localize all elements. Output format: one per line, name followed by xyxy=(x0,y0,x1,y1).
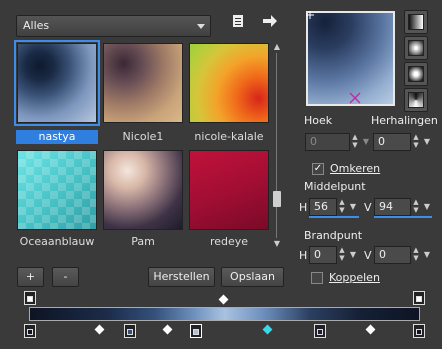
center-v-stepper[interactable]: ▲ ▼ xyxy=(411,198,421,216)
scroll-track xyxy=(276,53,277,238)
color-stop[interactable] xyxy=(314,324,326,338)
opacity-midpoint-marker[interactable] xyxy=(218,294,229,305)
gallery-thumb-nastya[interactable] xyxy=(14,40,100,126)
center-label: Middelpunt xyxy=(304,180,366,193)
focal-label: Brandpunt xyxy=(304,229,363,242)
angle-dropdown-icon[interactable]: ▼ xyxy=(361,133,371,151)
opacity-stop-left[interactable] xyxy=(24,291,36,305)
focal-v-stepper[interactable]: ▲ ▼ xyxy=(411,246,421,264)
center-cross-icon xyxy=(349,92,361,104)
color-midpoint-marker[interactable] xyxy=(162,324,173,335)
angle-input[interactable]: 0 xyxy=(305,133,350,151)
gallery-thumb-nicole1[interactable] xyxy=(103,43,183,123)
gallery-caption[interactable]: Nicole1 xyxy=(102,130,184,144)
focal-point-icon xyxy=(306,11,314,19)
shape-linear-button[interactable] xyxy=(404,10,428,34)
shape-sunburst-button[interactable] xyxy=(404,62,428,86)
focal-h-label: H xyxy=(299,249,308,262)
focal-v-dropdown-icon[interactable]: ▼ xyxy=(422,246,432,264)
link-label[interactable]: Koppelen xyxy=(329,271,380,284)
repeat-input[interactable]: 0 xyxy=(373,133,411,151)
gallery-thumb-pam[interactable] xyxy=(103,150,183,230)
center-h-slider[interactable] xyxy=(309,216,359,218)
gradient-bar[interactable] xyxy=(29,307,420,321)
color-stop-swatch xyxy=(416,329,422,335)
color-stop-selected[interactable] xyxy=(190,324,202,338)
gallery-caption[interactable]: Pam xyxy=(102,235,184,249)
category-dropdown[interactable]: Alles xyxy=(16,15,211,37)
chevron-down-icon xyxy=(197,24,205,29)
center-h-label: H xyxy=(299,201,308,214)
gradient-preview[interactable] xyxy=(306,11,395,106)
gallery-caption[interactable]: redeye xyxy=(188,235,270,249)
opacity-stop-swatch xyxy=(416,296,422,302)
gallery-caption[interactable]: Oceaanblauw xyxy=(16,235,98,249)
rectangular-gradient-icon xyxy=(408,40,424,56)
repeat-dropdown-icon[interactable]: ▼ xyxy=(422,133,432,151)
reverse-checkbox[interactable]: ✓ xyxy=(312,163,324,175)
center-v-label: V xyxy=(364,201,372,214)
gallery-caption[interactable]: nastya xyxy=(16,130,98,144)
new-file-icon[interactable] xyxy=(229,14,247,32)
center-h-input[interactable]: 56 xyxy=(309,198,337,216)
reverse-label[interactable]: Omkeren xyxy=(330,162,380,175)
add-button[interactable]: + xyxy=(17,267,44,287)
angle-label: Hoek xyxy=(304,114,333,127)
center-v-input[interactable]: 94 xyxy=(374,198,411,216)
angle-stepper[interactable]: ▲ ▼ xyxy=(350,133,360,151)
focal-v-label: V xyxy=(364,249,372,262)
scroll-up-icon[interactable]: ▲ xyxy=(272,43,282,51)
color-stop-swatch xyxy=(193,329,199,335)
gallery-caption[interactable]: nicole-kalale xyxy=(188,130,270,144)
color-midpoint-marker-active[interactable] xyxy=(262,324,273,335)
color-stop-swatch xyxy=(317,329,323,335)
link-checkbox[interactable] xyxy=(311,272,323,284)
color-stop[interactable] xyxy=(413,324,425,338)
arrow-right-icon[interactable] xyxy=(261,14,279,32)
remove-button[interactable]: - xyxy=(52,267,79,287)
color-stop-swatch xyxy=(127,329,133,335)
linear-gradient-icon xyxy=(408,14,424,30)
color-stop-swatch xyxy=(27,329,33,335)
category-dropdown-value: Alles xyxy=(23,19,50,32)
focal-h-stepper[interactable]: ▲ ▼ xyxy=(337,246,347,264)
color-stop[interactable] xyxy=(124,324,136,338)
center-v-dropdown-icon[interactable]: ▼ xyxy=(422,198,432,216)
color-stop[interactable] xyxy=(24,324,36,338)
scroll-down-icon[interactable]: ▼ xyxy=(272,240,282,248)
gallery-thumb-nicole-kalale[interactable] xyxy=(189,43,269,123)
radial-gradient-icon xyxy=(408,92,424,108)
scroll-thumb[interactable] xyxy=(273,191,281,207)
sunburst-gradient-icon xyxy=(408,66,424,82)
focal-h-dropdown-icon[interactable]: ▼ xyxy=(348,246,358,264)
opacity-stop-swatch xyxy=(27,296,33,302)
repeat-label: Herhalingen xyxy=(371,114,438,127)
color-midpoint-marker[interactable] xyxy=(94,324,105,335)
center-v-slider[interactable] xyxy=(374,216,432,218)
center-h-dropdown-icon[interactable]: ▼ xyxy=(348,198,358,216)
repeat-stepper[interactable]: ▲ ▼ xyxy=(411,133,421,151)
gallery-scrollbar[interactable]: ▲ ▼ xyxy=(271,43,283,248)
shape-radial-button[interactable] xyxy=(404,88,428,112)
gallery-thumb-oceaanblauw[interactable] xyxy=(17,150,97,230)
gallery-thumb-redeye[interactable] xyxy=(189,150,269,230)
save-button[interactable]: Opslaan xyxy=(221,267,284,287)
reset-button[interactable]: Herstellen xyxy=(148,267,215,287)
color-midpoint-marker[interactable] xyxy=(365,324,376,335)
focal-v-input[interactable]: 0 xyxy=(374,246,411,264)
opacity-stop-right[interactable] xyxy=(413,291,425,305)
shape-rectangular-button[interactable] xyxy=(404,36,428,60)
center-h-stepper[interactable]: ▲ ▼ xyxy=(337,198,347,216)
focal-h-input[interactable]: 0 xyxy=(309,246,337,264)
